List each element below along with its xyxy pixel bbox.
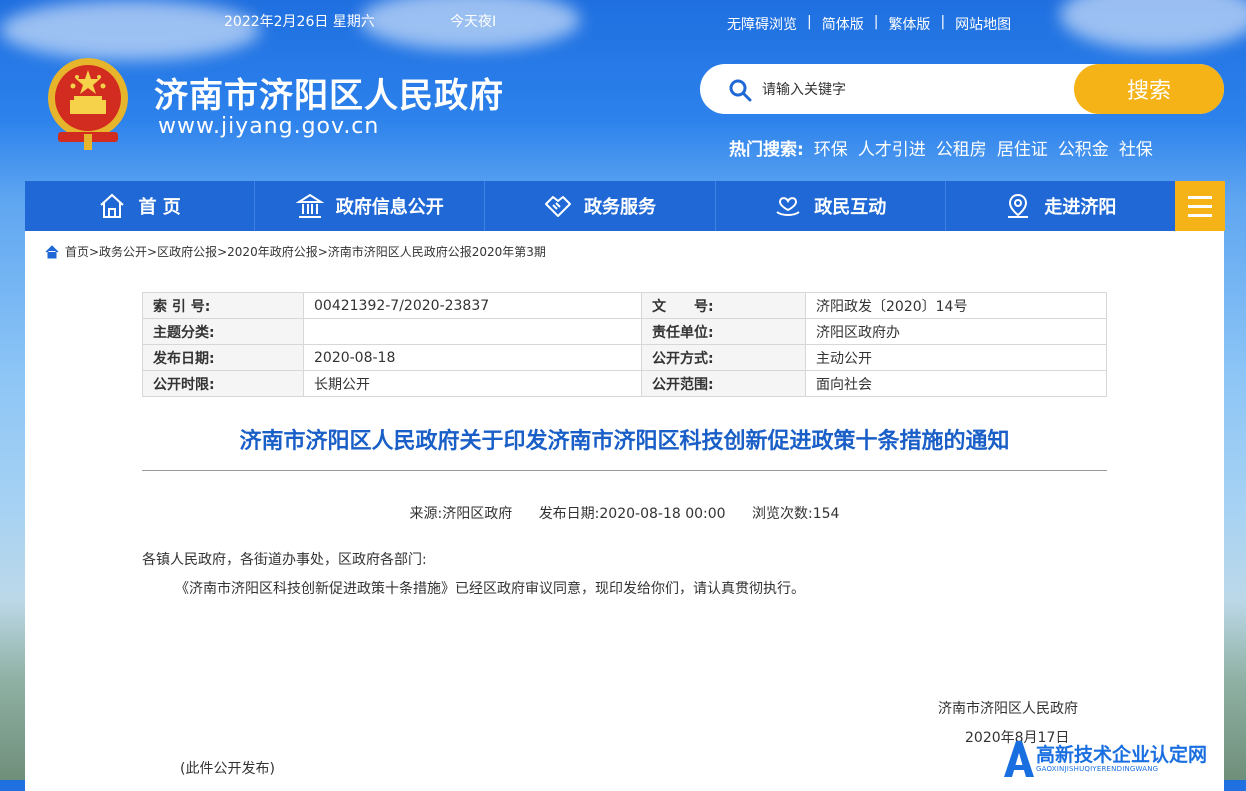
hot-term-link[interactable]: 人才引进 — [858, 135, 926, 160]
table-row: 索 引 号: 00421392-7/2020-23837 文 号: 济阳政发〔2… — [142, 292, 1107, 319]
building-icon — [295, 193, 324, 218]
traditional-link[interactable]: 繁体版 — [888, 14, 930, 34]
table-row: 发布日期: 2020-08-18 公开方式: 主动公开 — [142, 344, 1107, 371]
watermark-text: 高新技术企业认定网 GAOXINJISHUQIYERENDINGWANG — [1036, 745, 1207, 773]
sitemap-link[interactable]: 网站地图 — [955, 14, 1011, 34]
home-icon — [45, 244, 59, 258]
article-salutation: 各镇人民政府，各街道办事处，区政府各部门: — [142, 552, 427, 568]
accessibility-link[interactable]: 无障碍浏览 — [727, 14, 797, 34]
article-title: 济南市济阳区人民政府关于印发济南市济阳区科技创新促进政策十条措施的通知 — [239, 429, 1010, 454]
meta-value: 面向社会 — [805, 370, 1107, 397]
map-pin-icon — [1008, 193, 1029, 218]
watermark-logo-icon — [1004, 740, 1034, 777]
meta-value: 主动公开 — [805, 344, 1107, 371]
nav-item-about[interactable]: 走进济阳 — [946, 181, 1175, 231]
meta-value: 济阳区政府办 — [805, 318, 1107, 345]
hot-term-link[interactable]: 社保 — [1119, 135, 1153, 160]
hot-search: 热门搜索: 环保 人才引进 公租房 居住证 公积金 社保 — [729, 135, 1153, 160]
meta-key: 公开时限: — [142, 370, 304, 397]
title-divider — [142, 470, 1107, 471]
nav-item-interaction[interactable]: 政民互动 — [716, 181, 946, 231]
menu-bar — [1188, 204, 1212, 208]
hot-search-label: 热门搜索: — [729, 140, 804, 160]
simplified-link[interactable]: 简体版 — [822, 14, 864, 34]
main-nav: 首 页 政府信息公开 政务服务 政民互动 走进济阳 — [25, 181, 1175, 231]
meta-key: 主题分类: — [142, 318, 304, 345]
menu-button[interactable] — [1175, 181, 1225, 231]
home-icon — [100, 193, 125, 218]
hot-term-link[interactable]: 环保 — [814, 135, 848, 160]
table-row: 主题分类: 责任单位: 济阳区政府办 — [142, 318, 1107, 345]
watermark: 高新技术企业认定网 GAOXINJISHUQIYERENDINGWANG — [1000, 737, 1246, 780]
nav-item-home[interactable]: 首 页 — [25, 181, 256, 231]
article-signature: 济南市济阳区人民政府 — [938, 701, 1078, 717]
meta-value: 00421392-7/2020-23837 — [303, 292, 642, 319]
nav-label: 政府信息公开 — [335, 197, 444, 218]
current-date: 2022年2月26日 星期六 — [224, 14, 375, 30]
meta-value: 长期公开 — [303, 370, 642, 397]
meta-value — [303, 318, 642, 345]
article-body: 《济南市济阳区科技创新促进政策十条措施》已经区政府审议同意，现印发给你们，请认真… — [175, 581, 805, 597]
nav-item-services[interactable]: 政务服务 — [485, 181, 716, 231]
article-note: (此件公开发布) — [180, 761, 275, 777]
breadcrumb: 首页>政务公开>区政府公报>2020年政府公报>济南市济阳区人民政府公报2020… — [45, 243, 546, 260]
document-meta-table: 索 引 号: 00421392-7/2020-23837 文 号: 济阳政发〔2… — [142, 292, 1107, 397]
article-publish-date: 发布日期:2020-08-18 00:00 — [538, 506, 726, 522]
meta-key: 公开范围: — [641, 370, 806, 397]
meta-key: 文 号: — [641, 292, 806, 319]
menu-bar — [1188, 195, 1212, 199]
search-box: 搜索 — [700, 64, 1224, 114]
nav-label: 首 页 — [138, 197, 181, 218]
national-emblem-icon — [48, 58, 128, 150]
site-url: www.jiyang.gov.cn — [158, 114, 380, 139]
meta-key: 索 引 号: — [142, 292, 304, 319]
heart-hand-icon — [776, 197, 800, 216]
meta-key: 发布日期: — [142, 344, 304, 371]
hot-term-link[interactable]: 公租房 — [936, 135, 987, 160]
meta-value: 2020-08-18 — [303, 344, 642, 371]
handshake-icon — [545, 196, 571, 217]
article-views: 浏览次数:154 — [752, 506, 840, 522]
nav-item-gov-info[interactable]: 政府信息公开 — [255, 181, 486, 231]
article-source: 来源:济阳区政府 — [409, 506, 513, 522]
nav-label: 政务服务 — [584, 197, 656, 218]
weather-text: 今天夜I — [450, 14, 497, 30]
menu-bar — [1188, 213, 1212, 217]
site-title[interactable]: 济南市济阳区人民政府 — [154, 68, 504, 117]
watermark-title: 高新技术企业认定网 — [1036, 743, 1208, 766]
hot-term-link[interactable]: 居住证 — [997, 135, 1048, 160]
breadcrumb-text[interactable]: 首页>政务公开>区政府公报>2020年政府公报>济南市济阳区人民政府公报2020… — [65, 243, 546, 260]
meta-key: 公开方式: — [641, 344, 806, 371]
article-info: 来源:济阳区政府 发布日期:2020-08-18 00:00 浏览次数:154 — [25, 503, 1224, 523]
meta-value: 济阳政发〔2020〕14号 — [805, 292, 1107, 319]
nav-label: 走进济阳 — [1044, 197, 1117, 218]
top-bar: 2022年2月26日 星期六 今天夜I 无障碍浏览 | 简体版 | 繁体版 | 网站地… — [0, 0, 1246, 44]
search-button[interactable]: 搜索 — [1074, 64, 1224, 114]
meta-key: 责任单位: — [641, 318, 806, 345]
search-input[interactable] — [760, 76, 1074, 104]
table-row: 公开时限: 长期公开 公开范围: 面向社会 — [142, 370, 1107, 397]
nav-label: 政民互动 — [814, 197, 887, 218]
content-panel: 首页>政务公开>区政府公报>2020年政府公报>济南市济阳区人民政府公报2020… — [25, 231, 1224, 791]
watermark-subtitle: GAOXINJISHUQIYERENDINGWANG — [1036, 764, 1159, 773]
hot-term-link[interactable]: 公积金 — [1058, 135, 1109, 160]
search-icon — [729, 79, 752, 102]
top-links: 无障碍浏览 | 简体版 | 繁体版 | 网站地图 — [727, 14, 1012, 34]
